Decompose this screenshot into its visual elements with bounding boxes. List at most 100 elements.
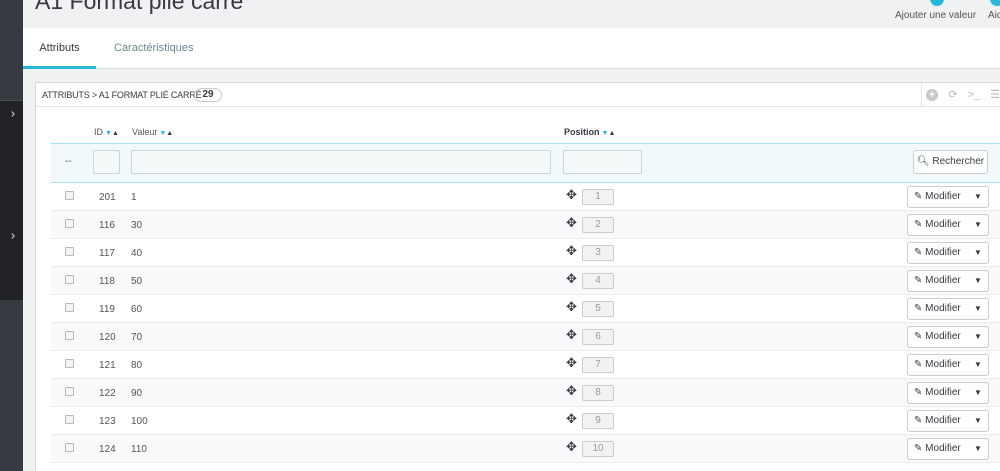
column-header-value[interactable]: Valeur ▼▲ [132, 127, 173, 137]
caret-down-icon[interactable]: ▼ [968, 327, 988, 347]
filter-placeholder: -- [65, 156, 72, 167]
edit-button[interactable]: ✎ Modifier [908, 355, 968, 375]
edit-label: Modifier [925, 303, 961, 314]
row-id: 122 [99, 388, 116, 399]
table-row: 116 30 ✥ 2 ✎ Modifier ▼ [51, 211, 1000, 239]
filter-id-input[interactable] [93, 150, 120, 174]
help-label: Aide [988, 10, 1000, 21]
row-checkbox[interactable] [65, 359, 74, 368]
search-label: Rechercher [932, 156, 985, 167]
pencil-icon: ✎ [914, 303, 923, 314]
help-circle-icon [990, 0, 1000, 6]
table-row: 122 90 ✥ 8 ✎ Modifier ▼ [51, 379, 1000, 407]
pencil-icon: ✎ [914, 443, 923, 454]
sidebar-menu-block[interactable] [0, 100, 23, 300]
row-value: 40 [131, 248, 143, 259]
drag-handle-icon[interactable]: ✥ [566, 356, 577, 370]
row-id: 117 [99, 248, 115, 259]
drag-handle-icon[interactable]: ✥ [566, 300, 577, 314]
row-checkbox[interactable] [65, 443, 74, 452]
column-header-id[interactable]: ID ▼▲ [94, 127, 119, 137]
row-actions: ✎ Modifier ▼ [907, 438, 989, 460]
drag-handle-icon[interactable]: ✥ [566, 440, 577, 454]
column-header-position[interactable]: Position ▼▲ [564, 127, 615, 137]
edit-button[interactable]: ✎ Modifier [908, 439, 968, 459]
edit-label: Modifier [925, 247, 961, 258]
row-id: 118 [99, 276, 115, 287]
add-circle-icon [930, 0, 944, 6]
edit-button[interactable]: ✎ Modifier [908, 383, 968, 403]
edit-button[interactable]: ✎ Modifier [908, 299, 968, 319]
edit-button[interactable]: ✎ Modifier [908, 271, 968, 291]
caret-down-icon[interactable]: ▼ [968, 299, 988, 319]
row-checkbox[interactable] [65, 303, 74, 312]
filter-value-input[interactable] [131, 150, 551, 174]
caret-down-icon[interactable]: ▼ [968, 243, 988, 263]
row-position: 5 [582, 301, 614, 317]
edit-label: Modifier [925, 443, 961, 454]
caret-down-icon[interactable]: ▼ [968, 355, 988, 375]
filter-position-input[interactable] [563, 150, 642, 174]
edit-button[interactable]: ✎ Modifier [908, 187, 968, 207]
edit-button[interactable]: ✎ Modifier [908, 243, 968, 263]
caret-down-icon[interactable]: ▼ [968, 271, 988, 291]
sql-icon[interactable]: >_ [967, 88, 981, 102]
values-panel: Attributs > A1 Format plié carré 29 + ⟳ … [35, 82, 1000, 471]
sort-icon[interactable]: ▼▲ [159, 130, 173, 137]
database-icon[interactable]: ☰ [988, 88, 1000, 102]
row-value: 1 [131, 192, 137, 203]
edit-button[interactable]: ✎ Modifier [908, 327, 968, 347]
edit-label: Modifier [925, 331, 961, 342]
edit-label: Modifier [925, 359, 961, 370]
tab-attributes[interactable]: Attributs [23, 28, 96, 69]
add-icon[interactable]: + [925, 88, 939, 102]
row-id: 201 [99, 192, 116, 203]
sort-icon[interactable]: ▼▲ [105, 130, 119, 137]
pencil-icon: ✎ [914, 387, 923, 398]
column-position-label: Position [564, 127, 600, 137]
caret-down-icon[interactable]: ▼ [968, 187, 988, 207]
table-row: 124 110 ✥ 10 ✎ Modifier ▼ [51, 435, 1000, 463]
row-checkbox[interactable] [65, 331, 74, 340]
search-button[interactable]: 🔍︎ Rechercher [913, 150, 988, 174]
drag-handle-icon[interactable]: ✥ [566, 272, 577, 286]
drag-handle-icon[interactable]: ✥ [566, 216, 577, 230]
row-value: 60 [131, 304, 143, 315]
row-id: 120 [99, 332, 116, 343]
drag-handle-icon[interactable]: ✥ [566, 244, 577, 258]
row-id: 119 [99, 304, 115, 315]
caret-down-icon[interactable]: ▼ [968, 411, 988, 431]
table-row: 123 100 ✥ 9 ✎ Modifier ▼ [51, 407, 1000, 435]
row-actions: ✎ Modifier ▼ [907, 382, 989, 404]
edit-button[interactable]: ✎ Modifier [908, 215, 968, 235]
breadcrumb: Attributs > A1 Format plié carré [42, 90, 202, 100]
drag-handle-icon[interactable]: ✥ [566, 188, 577, 202]
column-value-label: Valeur [132, 127, 158, 137]
caret-down-icon[interactable]: ▼ [968, 439, 988, 459]
table-row: 201 1 ✥ 1 ✎ Modifier ▼ [51, 183, 1000, 211]
refresh-icon[interactable]: ⟳ [946, 88, 960, 102]
drag-handle-icon[interactable]: ✥ [566, 328, 577, 342]
row-actions: ✎ Modifier ▼ [907, 242, 989, 264]
caret-down-icon[interactable]: ▼ [968, 215, 988, 235]
sort-icon[interactable]: ▼▲ [602, 130, 616, 137]
edit-label: Modifier [925, 387, 961, 398]
drag-handle-icon[interactable]: ✥ [566, 384, 577, 398]
row-checkbox[interactable] [65, 219, 74, 228]
edit-button[interactable]: ✎ Modifier [908, 411, 968, 431]
row-value: 110 [131, 444, 147, 455]
row-actions: ✎ Modifier ▼ [907, 298, 989, 320]
row-checkbox[interactable] [65, 191, 74, 200]
row-checkbox[interactable] [65, 415, 74, 424]
search-icon: 🔍︎ [916, 156, 930, 167]
pencil-icon: ✎ [914, 219, 923, 230]
table-row: 120 70 ✥ 6 ✎ Modifier ▼ [51, 323, 1000, 351]
tabs-bar: Attributs Caractéristiques [23, 28, 1000, 69]
caret-down-icon[interactable]: ▼ [968, 383, 988, 403]
row-checkbox[interactable] [65, 247, 74, 256]
tab-features[interactable]: Caractéristiques [114, 28, 193, 69]
drag-handle-icon[interactable]: ✥ [566, 412, 577, 426]
row-checkbox[interactable] [65, 275, 74, 284]
row-checkbox[interactable] [65, 387, 74, 396]
row-actions: ✎ Modifier ▼ [907, 270, 989, 292]
